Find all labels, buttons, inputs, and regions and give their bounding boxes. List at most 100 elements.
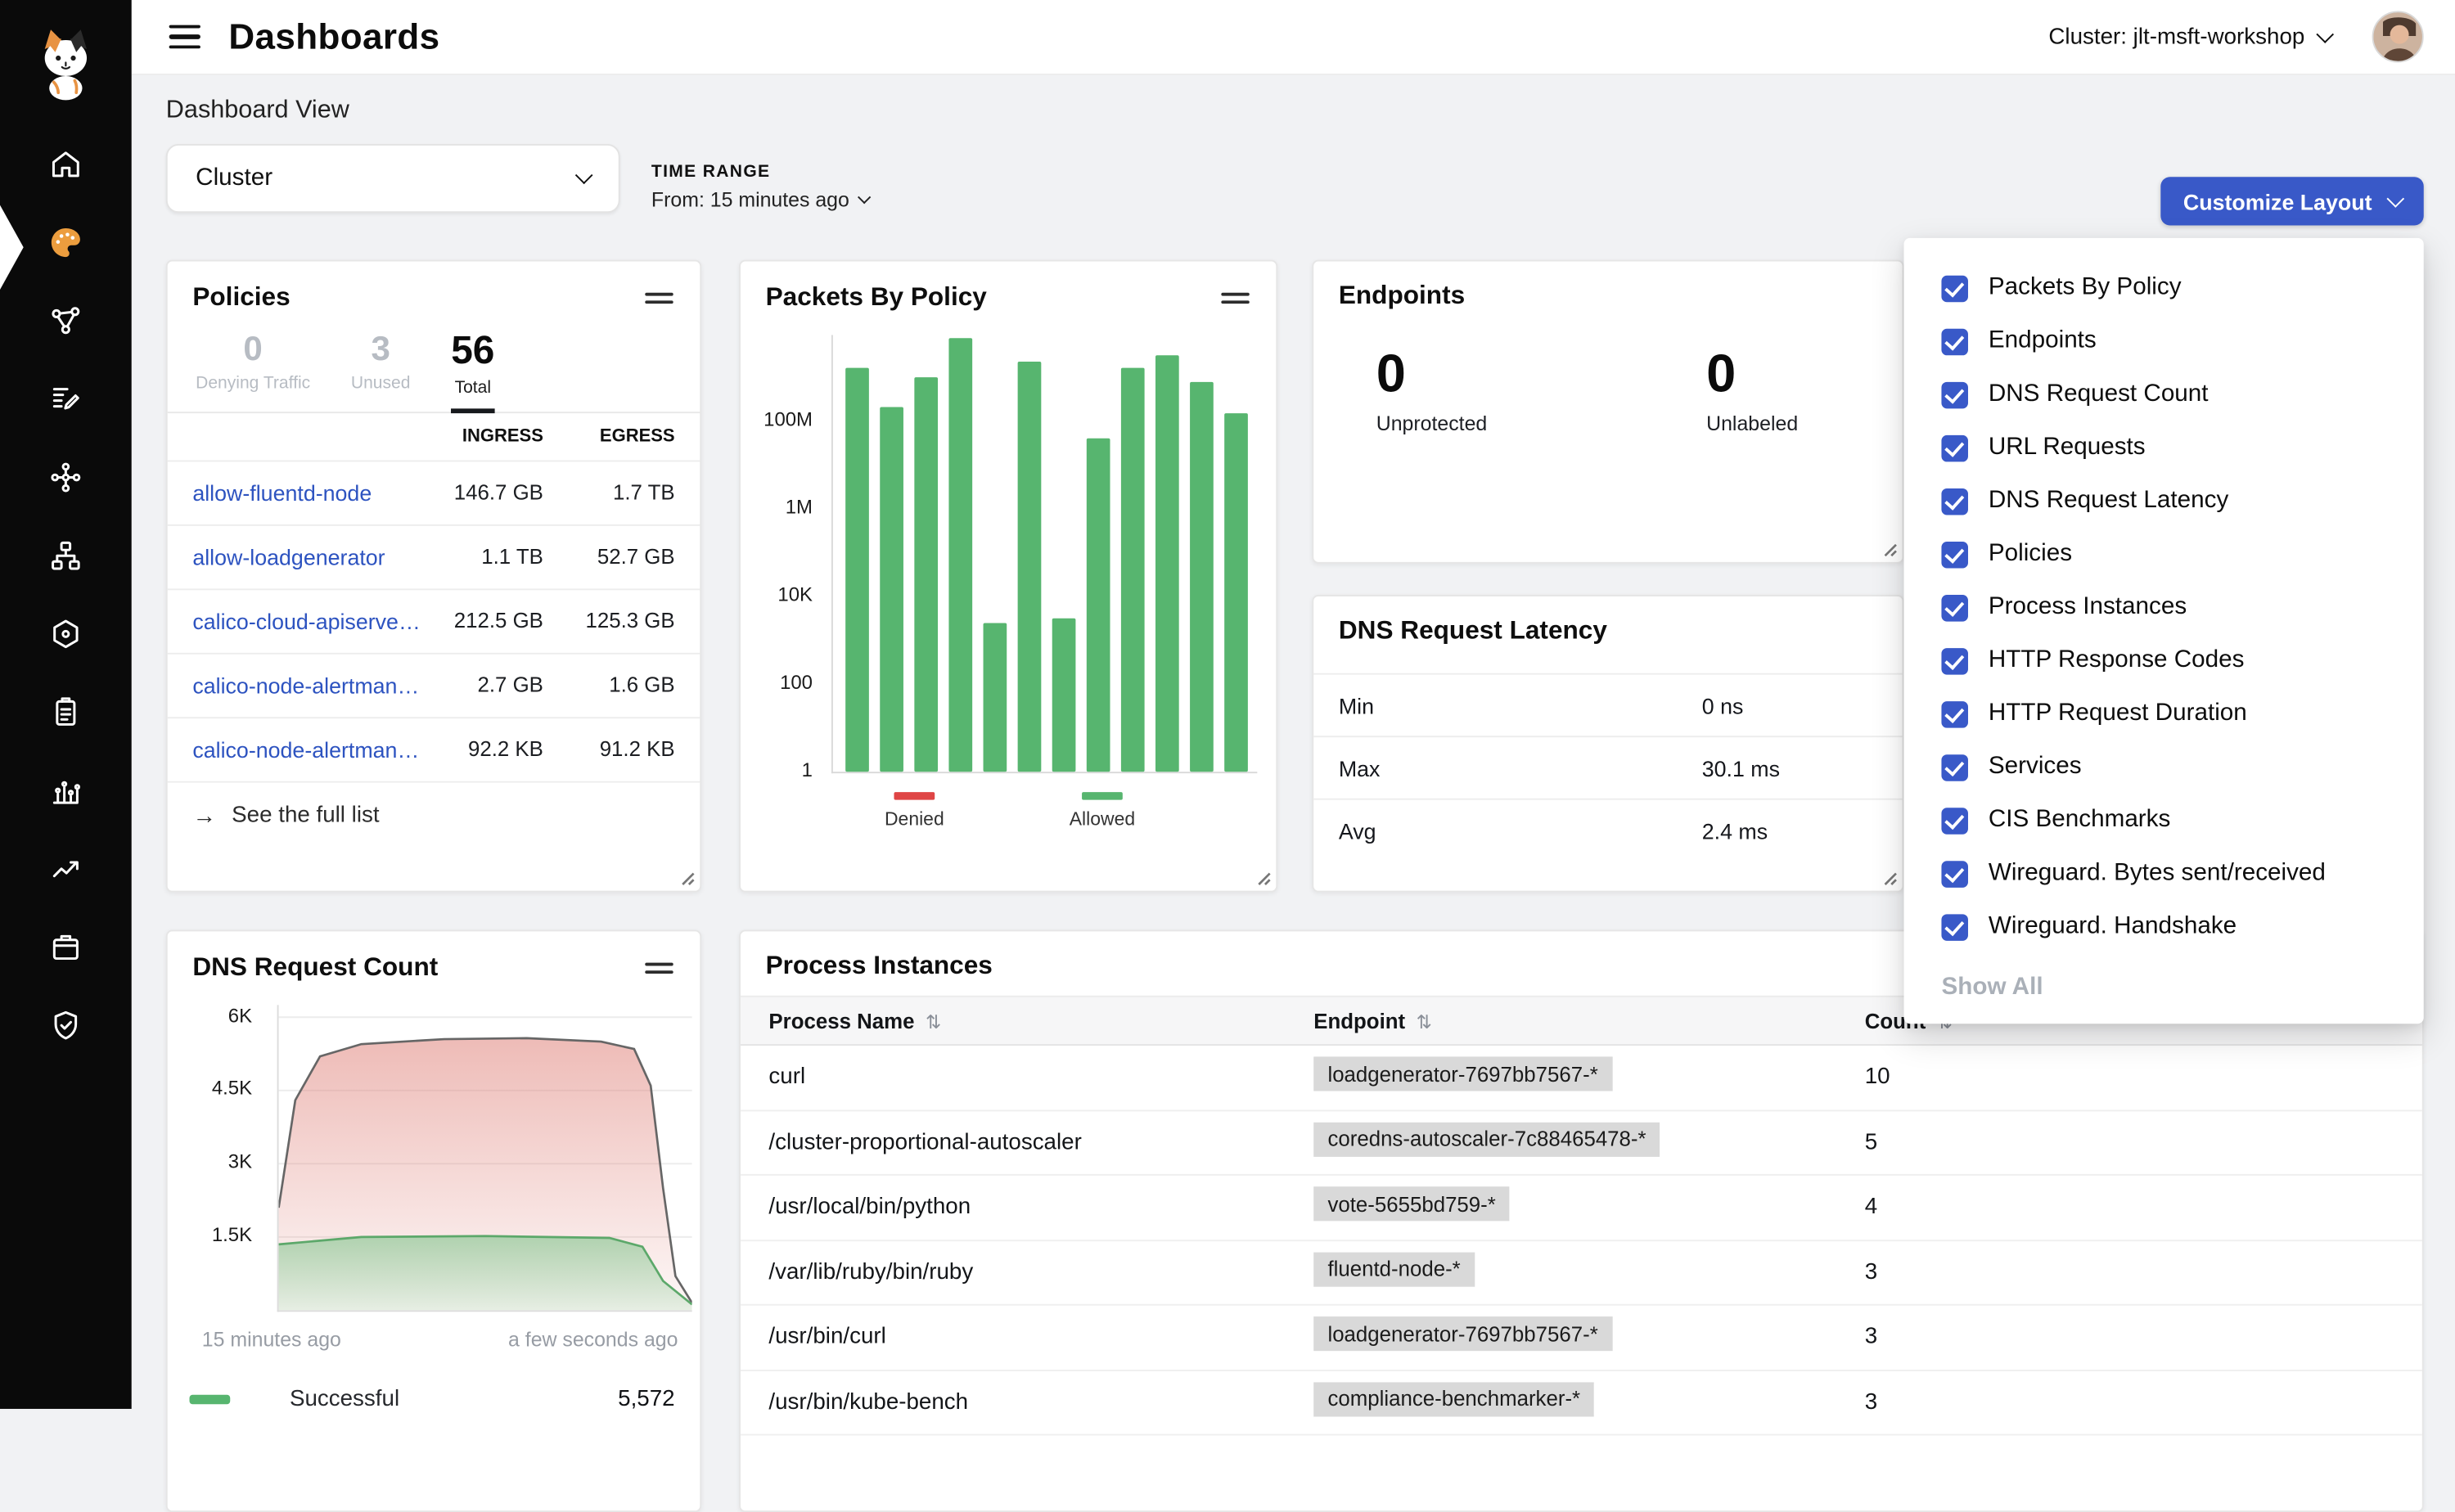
stat-denying-traffic[interactable]: 0 Denying Traffic [196, 329, 310, 412]
ingress-value: 212.5 GB [424, 610, 543, 633]
dns-count-legend-row[interactable]: Successful 5,572 [168, 1368, 700, 1412]
layout-menu-item[interactable]: HTTP Response Codes [1904, 634, 2424, 687]
checkbox-checked-icon[interactable] [1941, 488, 1968, 515]
count-value: 5 [1865, 1130, 2422, 1155]
dns-area-chart: 6K4.5K3K1.5K [168, 1005, 700, 1368]
policy-link[interactable]: allow-loadgenerator [192, 545, 424, 570]
time-range-label: TIME RANGE [651, 163, 870, 182]
avatar-photo [2374, 12, 2424, 62]
policy-link[interactable]: calico-node-alertmana… [192, 673, 424, 698]
show-all-link[interactable]: Show All [1904, 953, 2424, 1005]
see-full-list-link[interactable]: See the full list [192, 803, 674, 830]
legend-denied[interactable]: Denied [876, 792, 954, 830]
checkbox-checked-icon[interactable] [1941, 275, 1968, 302]
sidebar-item-home[interactable] [0, 125, 132, 204]
egress-value: 52.7 GB [543, 546, 675, 569]
stat-value: 0 [1376, 344, 1488, 406]
endpoint-chip[interactable]: loadgenerator-7697bb7567-* [1313, 1317, 1612, 1352]
policies-icon [48, 382, 83, 416]
y-tick-label: 1.5K [212, 1224, 252, 1246]
layout-menu-item[interactable]: Endpoints [1904, 315, 2424, 368]
layout-menu-item[interactable]: Wireguard. Bytes sent/received [1904, 847, 2424, 900]
checkbox-checked-icon[interactable] [1941, 541, 1968, 568]
dashboard-view-select[interactable]: Cluster [166, 144, 620, 213]
drag-handle-icon[interactable] [643, 952, 674, 984]
layout-menu-item[interactable]: DNS Request Count [1904, 368, 2424, 421]
process-name: /usr/bin/curl [768, 1325, 1313, 1350]
layout-menu-item-label: DNS Request Count [1989, 380, 2209, 408]
endpoint-chip[interactable]: compliance-benchmarker-* [1313, 1382, 1594, 1416]
checkbox-checked-icon[interactable] [1941, 328, 1968, 355]
endpoint-chip[interactable]: coredns-autoscaler-7c88465478-* [1313, 1122, 1660, 1156]
customize-layout-button[interactable]: Customize Layout [2161, 177, 2424, 225]
stat-unused[interactable]: 3 Unused [351, 329, 411, 412]
layout-menu-item[interactable]: HTTP Request Duration [1904, 687, 2424, 740]
layout-menu-item-label: Wireguard. Handshake [1989, 912, 2237, 940]
resize-handle-icon[interactable] [1881, 869, 1898, 886]
time-range-button[interactable]: From: 15 minutes ago [651, 188, 870, 212]
endpoints-card: Endpoints 0 Unprotected 0 Unlabeled [1312, 260, 1903, 564]
layout-menu-item[interactable]: Policies [1904, 528, 2424, 581]
policy-link[interactable]: allow-fluentd-node [192, 480, 424, 506]
denied-swatch-icon [894, 792, 935, 800]
activity-icon [48, 773, 83, 808]
endpoint-header[interactable]: Endpoint [1313, 1009, 1864, 1033]
sidebar-item-threat-defense[interactable] [0, 986, 132, 1064]
user-avatar[interactable] [2372, 11, 2424, 62]
layout-menu-item[interactable]: Packets By Policy [1904, 262, 2424, 315]
menu-toggle-button[interactable] [163, 18, 207, 55]
layout-menu-item[interactable]: Process Instances [1904, 581, 2424, 634]
sidebar-item-clusters[interactable] [0, 595, 132, 673]
checkbox-checked-icon[interactable] [1941, 700, 1968, 727]
sidebar-item-activity[interactable] [0, 751, 132, 830]
process-name-header[interactable]: Process Name [768, 1009, 1313, 1033]
chevron-down-icon [2316, 25, 2334, 43]
layout-menu-item[interactable]: CIS Benchmarks [1904, 794, 2424, 847]
process-name: /usr/bin/kube-bench [768, 1390, 1313, 1415]
stat-total[interactable]: 56 Total [451, 329, 494, 412]
stat-label: Denying Traffic [196, 374, 310, 393]
legend-allowed[interactable]: Allowed [1063, 792, 1142, 830]
latency-row: Avg 2.4 ms [1313, 799, 1902, 862]
sidebar-item-service-graph[interactable] [0, 281, 132, 360]
threat-defense-icon [48, 1008, 83, 1042]
checkbox-checked-icon[interactable] [1941, 807, 1968, 834]
sidebar-item-compliance[interactable] [0, 673, 132, 752]
checkbox-checked-icon[interactable] [1941, 913, 1968, 940]
count-value: 3 [1865, 1260, 2422, 1285]
endpoint-chip[interactable]: vote-5655bd759-* [1313, 1187, 1510, 1222]
checkbox-checked-icon[interactable] [1941, 381, 1968, 408]
bar [1018, 362, 1042, 772]
legend-label: Successful [290, 1387, 399, 1412]
endpoint-chip[interactable]: loadgenerator-7697bb7567-* [1313, 1057, 1612, 1091]
y-tick-label: 6K [228, 1005, 252, 1027]
drag-handle-icon[interactable] [643, 281, 674, 314]
layout-menu-item[interactable]: URL Requests [1904, 421, 2424, 475]
sidebar-item-endpoints[interactable] [0, 439, 132, 517]
latency-label: Avg [1339, 818, 1702, 844]
sidebar-item-policies[interactable] [0, 360, 132, 439]
section-label: Dashboard View [166, 97, 349, 125]
layout-menu-item[interactable]: Services [1904, 740, 2424, 794]
cluster-selector[interactable]: Cluster: jlt-msft-workshop [2039, 23, 2340, 51]
checkbox-checked-icon[interactable] [1941, 860, 1968, 887]
sidebar-item-timeline[interactable] [0, 830, 132, 908]
checkbox-checked-icon[interactable] [1941, 754, 1968, 781]
customize-layout-label: Customize Layout [2183, 189, 2372, 214]
layout-menu-item[interactable]: DNS Request Latency [1904, 475, 2424, 528]
bar [1224, 413, 1248, 772]
resize-handle-icon[interactable] [1255, 869, 1272, 886]
resize-handle-icon[interactable] [1881, 540, 1898, 557]
drag-handle-icon[interactable] [1219, 281, 1250, 314]
checkbox-checked-icon[interactable] [1941, 594, 1968, 621]
sidebar-item-image-assurance[interactable] [0, 908, 132, 987]
checkbox-checked-icon[interactable] [1941, 647, 1968, 674]
policy-link[interactable]: calico-node-alertmana… [192, 737, 424, 763]
policy-link[interactable]: calico-cloud-apiserver-… [192, 609, 424, 634]
checkbox-checked-icon[interactable] [1941, 434, 1968, 461]
layout-menu-item[interactable]: Wireguard. Handshake [1904, 900, 2424, 953]
y-tick-label: 100M [764, 408, 813, 430]
endpoint-chip[interactable]: fluentd-node-* [1313, 1252, 1475, 1286]
sidebar-item-network-sets[interactable] [0, 516, 132, 595]
resize-handle-icon[interactable] [678, 869, 695, 886]
